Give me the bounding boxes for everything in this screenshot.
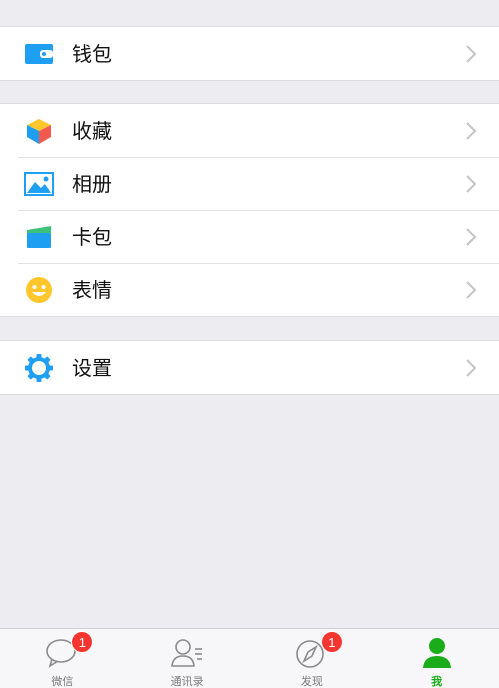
favorites-cube-icon [24,116,54,146]
chevron-right-icon [466,122,477,140]
content-group: 收藏 相册 卡包 表情 [0,103,499,317]
card-package-icon [24,222,54,252]
album-photo-icon [24,169,54,199]
menu-item-label: 设置 [72,356,112,380]
chevron-right-icon [466,359,477,377]
settings-group: 设置 [0,340,499,395]
tab-label: 通讯录 [170,675,204,688]
contacts-icon [171,639,203,667]
menu-item-label: 钱包 [72,42,112,66]
menu-item-label: 收藏 [72,119,112,143]
menu-item-card-package[interactable]: 卡包 [0,210,499,263]
menu-item-settings[interactable]: 设置 [0,341,499,394]
settings-gear-icon [24,353,54,383]
menu-item-wallet[interactable]: 钱包 [0,27,499,80]
menu-item-album[interactable]: 相册 [0,157,499,210]
unread-badge: 1 [71,631,94,653]
unread-badge: 1 [320,631,343,653]
menu-item-favorites[interactable]: 收藏 [0,104,499,157]
person-icon [422,638,451,668]
menu-item-label: 卡包 [72,225,112,249]
menu-item-stickers[interactable]: 表情 [0,263,499,316]
tab-label: 微信 [51,675,74,688]
smiley-face-icon [24,275,54,305]
tab-label: 我 [431,675,443,688]
bottom-tab-bar: 1 微信 通讯录 1 发现 我 [0,628,499,688]
tab-contacts[interactable]: 通讯录 [125,629,250,688]
chevron-right-icon [466,281,477,299]
menu-item-label: 相册 [72,172,112,196]
tab-discover[interactable]: 1 发现 [250,629,375,688]
chevron-right-icon [466,228,477,246]
tab-me[interactable]: 我 [374,629,499,688]
menu-item-label: 表情 [72,278,112,302]
chevron-right-icon [466,175,477,193]
tab-label: 发现 [300,675,323,688]
chevron-right-icon [466,45,477,63]
wallet-group: 钱包 [0,26,499,81]
tab-chats[interactable]: 1 微信 [0,629,125,688]
wallet-icon [24,39,54,69]
